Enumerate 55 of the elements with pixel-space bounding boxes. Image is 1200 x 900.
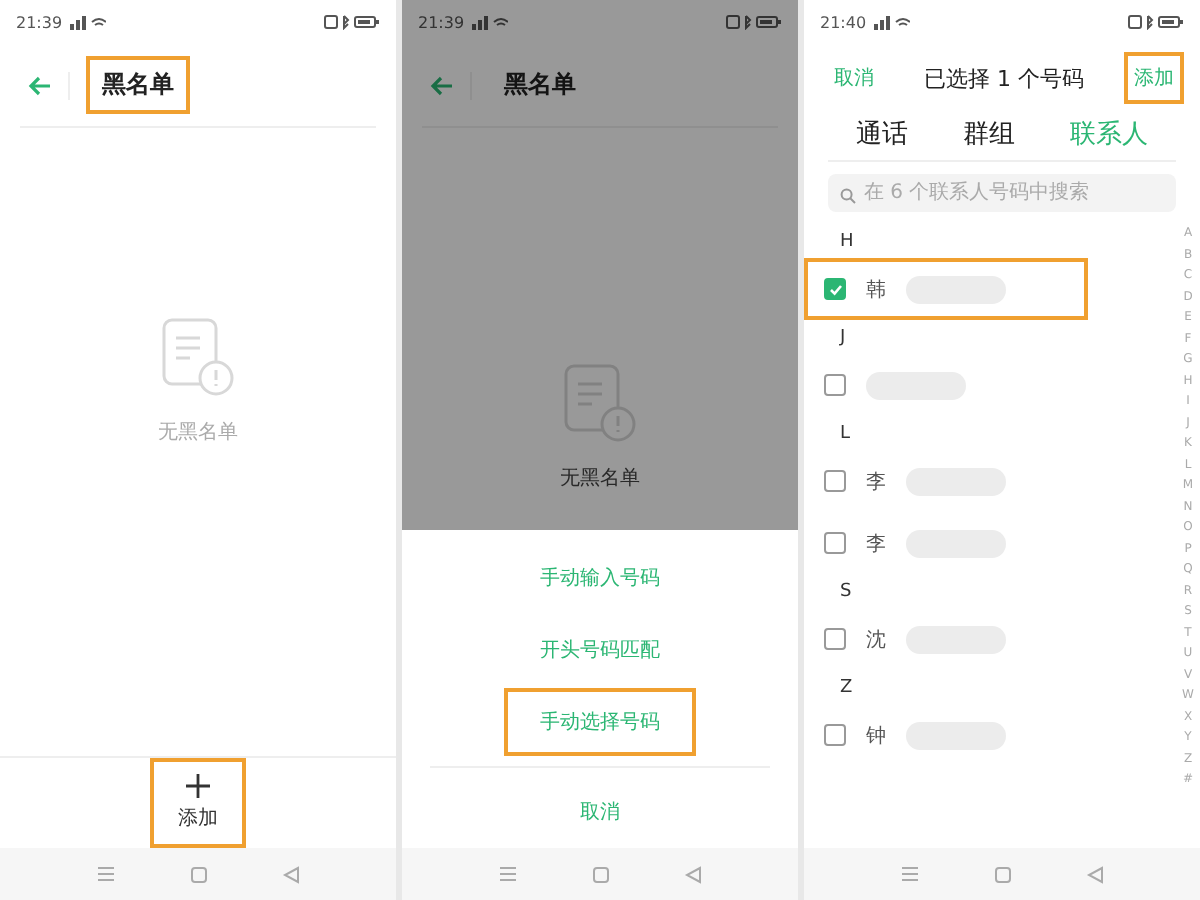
back-icon[interactable] [683, 865, 702, 883]
tab[interactable]: 通话 [847, 112, 916, 156]
menu-icon[interactable] [96, 866, 117, 882]
empty-message: 无黑名单 [158, 419, 238, 446]
search-field[interactable]: 在 6 个联系人号码中搜索 [828, 174, 1176, 212]
tab[interactable]: 群组 [954, 112, 1023, 156]
cancel-option[interactable]: 取消 [544, 778, 656, 846]
status-time: 21:39 [16, 13, 63, 31]
status-time: 21:39 [418, 13, 465, 31]
back-arrow-icon[interactable] [430, 75, 454, 95]
sheet-option[interactable]: 开头号码匹配 [504, 616, 696, 684]
document-alert-icon [564, 364, 636, 444]
contact-name: 沈 [866, 627, 886, 653]
home-icon[interactable] [591, 865, 610, 883]
contact-name: 李 [866, 469, 886, 495]
checkbox[interactable] [824, 374, 846, 396]
empty-message: 无黑名单 [560, 465, 640, 492]
document-alert-icon [162, 318, 234, 398]
section-letter: L [838, 422, 853, 448]
status-time: 21:40 [820, 13, 867, 31]
back-icon[interactable] [281, 865, 300, 883]
section-letter: J [837, 326, 848, 352]
add-button[interactable]: 添加 [150, 758, 246, 848]
section-letter: Z [838, 676, 855, 702]
sheet-option[interactable]: 手动选择号码 [504, 688, 696, 756]
sheet-option[interactable]: 手动输入号码 [504, 544, 696, 612]
checkbox[interactable] [824, 470, 846, 492]
menu-icon[interactable] [498, 866, 519, 882]
section-letter: S [838, 580, 854, 606]
back-icon[interactable] [1085, 865, 1104, 883]
signal-wifi-icon [70, 14, 107, 30]
checkbox[interactable] [824, 278, 846, 300]
checkbox[interactable] [824, 532, 846, 554]
home-icon[interactable] [189, 865, 208, 883]
contact-name: 钟 [866, 723, 886, 749]
contact-name: 韩 [866, 277, 886, 303]
section-letter: H [838, 230, 856, 256]
battery-icon [1128, 14, 1184, 30]
signal-wifi-icon [472, 14, 509, 30]
battery-icon [324, 14, 380, 30]
cancel-link[interactable]: 取消 [824, 52, 884, 104]
contact-name: 李 [866, 531, 886, 557]
selection-title: 已选择 1 个号码 [924, 63, 1084, 93]
battery-icon [726, 14, 782, 30]
back-arrow-icon[interactable] [28, 75, 52, 95]
home-icon[interactable] [993, 865, 1012, 883]
page-title: 黑名单 [502, 68, 578, 102]
add-link[interactable]: 添加 [1124, 52, 1184, 104]
signal-wifi-icon [874, 14, 911, 30]
checkbox[interactable] [824, 628, 846, 650]
menu-icon[interactable] [900, 866, 921, 882]
page-title: 黑名单 [86, 56, 190, 114]
checkbox[interactable] [824, 724, 846, 746]
plus-icon [186, 774, 210, 798]
tab[interactable]: 联系人 [1062, 112, 1157, 156]
